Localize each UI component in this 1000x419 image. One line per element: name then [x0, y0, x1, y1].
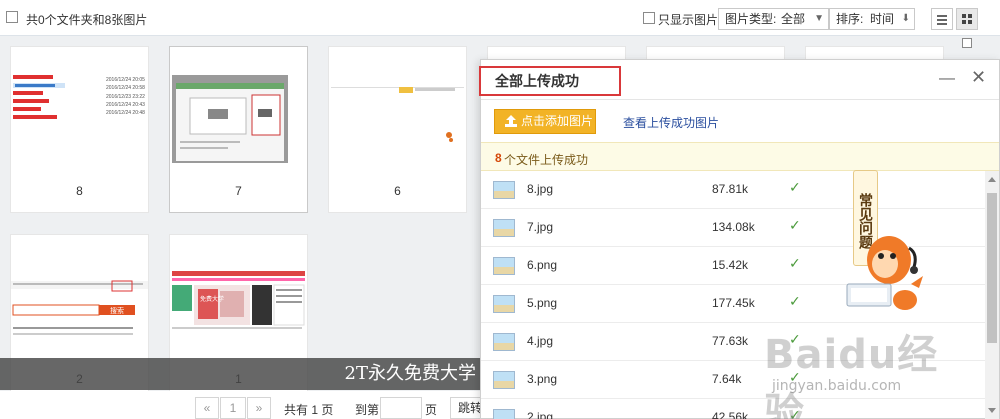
select-all-checkbox[interactable] [6, 11, 18, 23]
image-card[interactable]: 7 [169, 46, 308, 213]
mascot-icon [846, 236, 923, 310]
title-highlight-box [479, 66, 621, 96]
list-view-button[interactable] [931, 8, 953, 30]
card-checkbox[interactable] [962, 38, 972, 48]
chevron-down-icon: ▼ [814, 13, 824, 24]
goto-page-input[interactable] [380, 397, 422, 419]
dialog-titlebar: 全部上传成功 — ✕ [479, 60, 999, 100]
arrow-down-icon: ⬇ [901, 13, 910, 24]
thumb-search-label: 搜索 [110, 306, 124, 315]
sort-label: 排序: [836, 12, 864, 26]
file-size: 42.56k [712, 410, 749, 419]
prev-page-button[interactable]: « [195, 397, 219, 419]
check-icon: ✓ [789, 293, 801, 309]
watermark-url: jingyan.baidu.com [772, 378, 902, 394]
check-icon: ✓ [789, 217, 801, 233]
scrollbar-thumb[interactable] [987, 193, 997, 343]
image-file-icon [493, 257, 515, 275]
top-toolbar: 共0个文件夹和8张图片 只显示图片 图片类型: 全部 ▼ 排序: 时间 ⬇ [0, 0, 1000, 36]
image-thumbnail [170, 53, 307, 163]
file-name: 3.png [527, 372, 558, 386]
thumb-date: 2016/12/24 20:05 [106, 77, 145, 83]
image-file-icon [493, 333, 515, 351]
image-thumbnail: 2016/12/24 20:05 2016/12/24 20:58 2016/1… [11, 53, 148, 163]
page-unit-label: 页 [425, 403, 438, 417]
promo-banner: 2T永久免费大学 [0, 358, 482, 390]
image-card[interactable]: 2016/12/24 20:05 2016/12/24 20:58 2016/1… [10, 46, 149, 213]
minimize-icon[interactable]: — [939, 70, 955, 88]
view-uploaded-link[interactable]: 查看上传成功图片 [623, 114, 719, 131]
next-page-button[interactable]: » [247, 397, 271, 419]
close-icon[interactable]: ✕ [971, 67, 986, 88]
image-file-icon [493, 219, 515, 237]
success-text: 个文件上传成功 [504, 153, 589, 167]
grid-view-icon [962, 14, 972, 24]
file-name: 4.jpg [527, 334, 554, 348]
folder-summary: 共0个文件夹和8张图片 [26, 13, 148, 27]
image-type-select[interactable]: 图片类型: 全部 ▼ [718, 8, 829, 30]
sort-value: 时间 [870, 12, 895, 26]
current-page-button[interactable]: 1 [220, 397, 246, 419]
add-image-button[interactable]: 点击添加图片 [494, 109, 596, 134]
image-thumbnail [329, 53, 466, 163]
image-file-icon [493, 409, 515, 419]
upload-success-notice: 8 个文件上传成功 [481, 142, 999, 171]
only-images-label[interactable]: 只显示图片 [658, 11, 718, 28]
success-count: 8 [495, 151, 502, 165]
grid-view-button[interactable] [956, 8, 978, 30]
file-size: 87.81k [712, 182, 749, 196]
file-row[interactable]: 8.jpg 87.81k ✓ [481, 171, 985, 209]
thumb-date: 2016/12/24 20:43 [106, 102, 145, 108]
file-size: 77.63k [712, 334, 749, 348]
card-label: 8 [76, 184, 83, 198]
file-size: 134.08k [712, 220, 755, 234]
image-thumbnail: 搜索 [11, 241, 148, 351]
file-size: 7.64k [712, 372, 742, 386]
total-pages-text: 共有 1 页 [284, 403, 334, 417]
file-name: 5.png [527, 296, 558, 310]
baidu-watermark: Baidu经验 jingyan.baidu.com [760, 322, 950, 419]
upload-icon [505, 115, 517, 127]
file-name: 8.jpg [527, 182, 554, 196]
watermark-logo: Baidu经验 [764, 332, 939, 419]
only-images-checkbox[interactable] [643, 12, 655, 24]
thumb-date: 2016/12/23 23:22 [106, 94, 145, 100]
image-file-icon [493, 295, 515, 313]
thumb-date: 2016/12/24 20:58 [106, 85, 145, 91]
list-view-icon [937, 15, 947, 25]
file-name: 6.png [527, 258, 558, 272]
file-list-scrollbar[interactable] [985, 171, 999, 419]
scroll-up-icon[interactable] [988, 177, 996, 182]
thumb-text: 免费大学 [200, 295, 224, 303]
card-label: 7 [235, 184, 242, 198]
image-file-icon [493, 181, 515, 199]
image-card[interactable]: 6 [328, 46, 467, 213]
file-name: 7.jpg [527, 220, 554, 234]
check-icon: ✓ [789, 255, 801, 271]
scroll-down-icon[interactable] [988, 408, 996, 413]
card-label: 6 [394, 184, 401, 198]
file-name: 2.jpg [527, 410, 554, 419]
goto-label: 到第 [355, 403, 380, 417]
image-type-label: 图片类型: [725, 12, 777, 26]
thumb-date: 2016/12/24 20:48 [106, 110, 145, 116]
image-file-icon [493, 371, 515, 389]
file-size: 177.45k [712, 296, 755, 310]
check-icon: ✓ [789, 179, 801, 195]
add-image-label: 点击添加图片 [521, 114, 594, 128]
image-type-value: 全部 [781, 12, 806, 26]
file-size: 15.42k [712, 258, 749, 272]
sort-select[interactable]: 排序: 时间 ⬇ [829, 8, 915, 30]
image-thumbnail: 免费大学 [170, 241, 307, 351]
